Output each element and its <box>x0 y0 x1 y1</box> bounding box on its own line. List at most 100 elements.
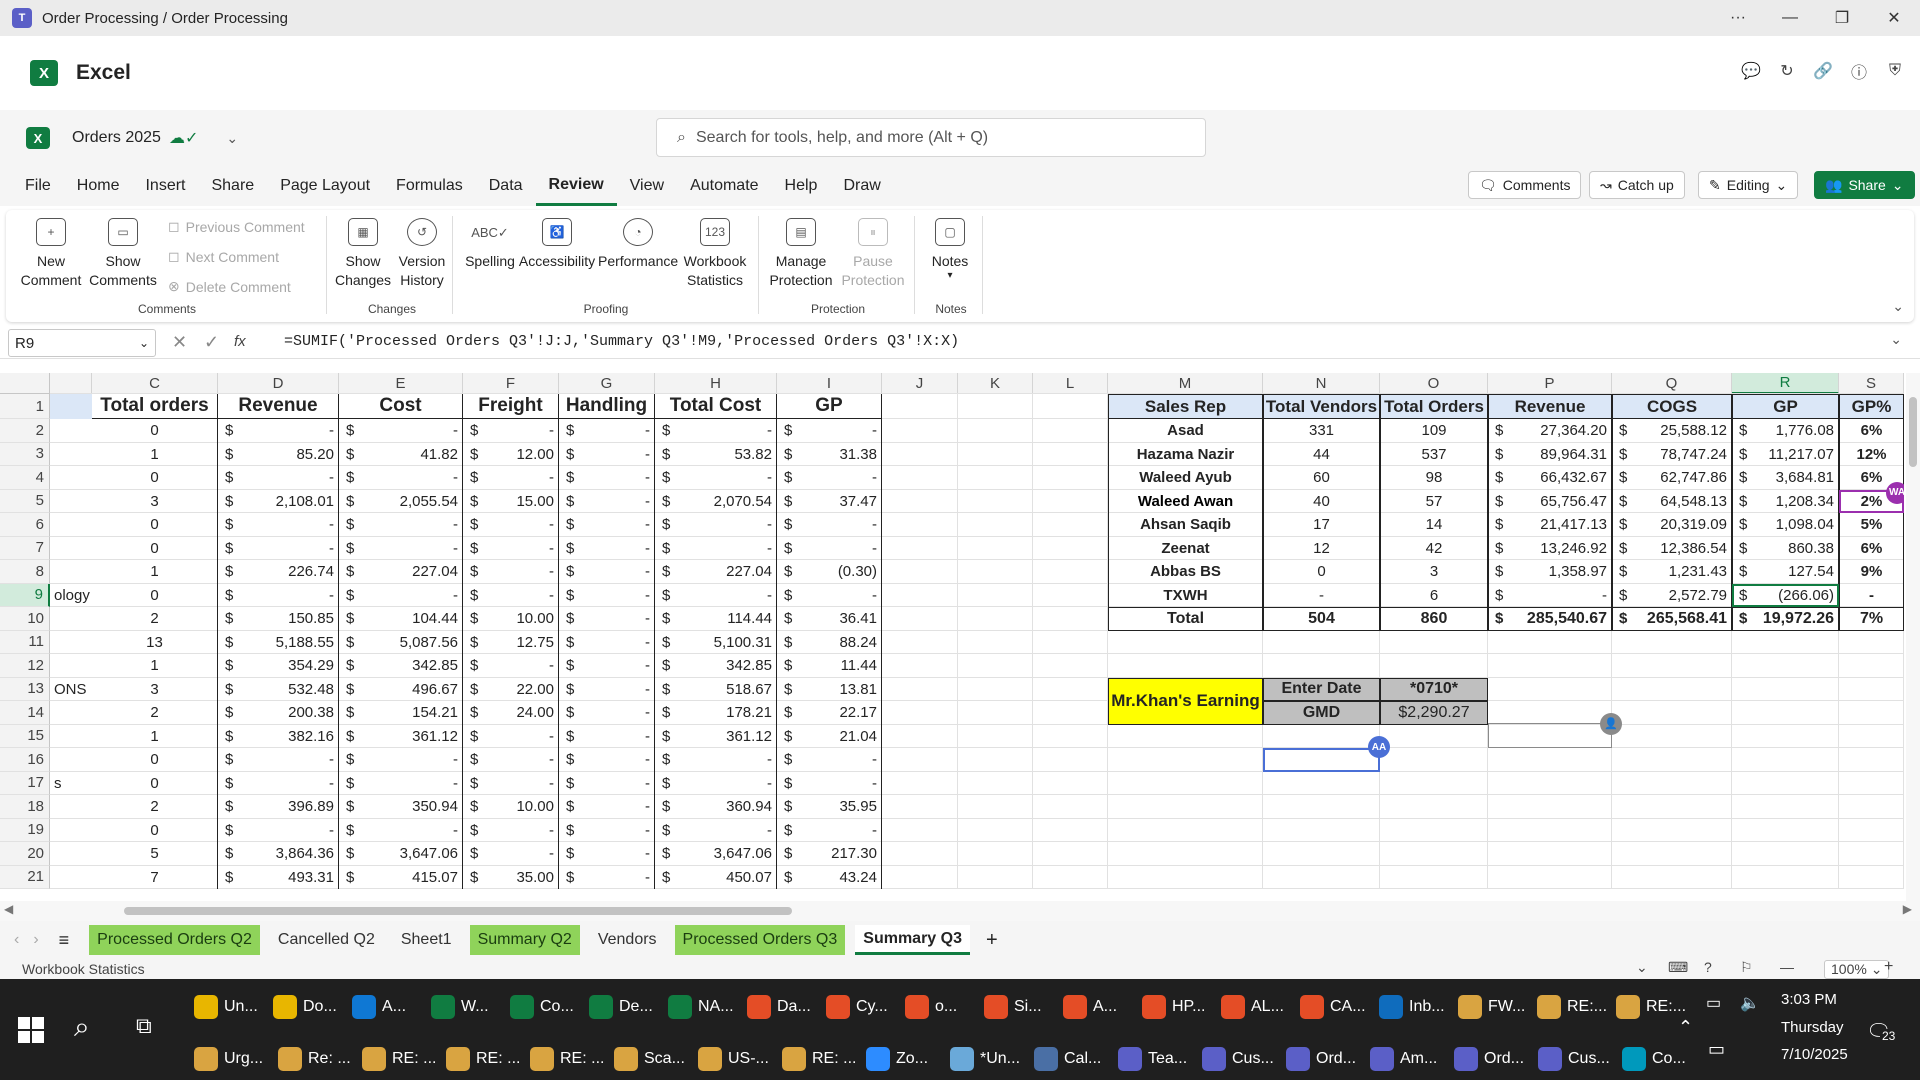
more-options-icon[interactable]: ··· <box>1712 0 1764 36</box>
summary-amount-cell[interactable]: 3,684.81 <box>1732 466 1839 490</box>
gp-percent-cell[interactable]: 6% <box>1839 536 1904 560</box>
summary-count-cell[interactable]: 3 <box>1380 560 1488 584</box>
amount-cell[interactable]: - <box>655 419 777 443</box>
column-header[interactable]: D <box>218 373 339 394</box>
search-box[interactable]: ⌕ Search for tools, help, and more (Alt … <box>656 118 1206 157</box>
amount-cell[interactable]: 2,055.54 <box>339 489 463 513</box>
amount-cell[interactable]: - <box>559 701 655 725</box>
vertical-scroll-thumb[interactable] <box>1909 397 1917 467</box>
manage-protection-button[interactable]: ▤ Manage Protection <box>768 218 834 290</box>
amount-cell[interactable]: 5,087.56 <box>339 630 463 654</box>
amount-cell[interactable]: - <box>463 466 559 490</box>
summary-amount-cell[interactable]: 12,386.54 <box>1612 536 1732 560</box>
amount-cell[interactable]: - <box>463 536 559 560</box>
amount-cell[interactable]: - <box>463 771 559 795</box>
amount-cell[interactable]: - <box>777 513 882 537</box>
taskbar-app-button[interactable]: Cus... <box>1538 1037 1610 1081</box>
taskbar-app-button[interactable]: W... <box>431 985 489 1029</box>
taskbar-app-button[interactable]: RE: ... <box>362 1037 436 1081</box>
amount-cell[interactable]: - <box>559 771 655 795</box>
amount-cell[interactable]: 21.04 <box>777 724 882 748</box>
amount-cell[interactable]: - <box>463 419 559 443</box>
catch-up-button[interactable]: ↝ Catch up <box>1589 171 1685 199</box>
spelling-button[interactable]: ABC✓ Spelling <box>464 218 516 271</box>
taskbar-app-button[interactable]: Inb... <box>1379 985 1445 1029</box>
amount-cell[interactable]: - <box>777 818 882 842</box>
share-button[interactable]: 👥 Share ⌄ <box>1814 171 1915 199</box>
taskbar-app-button[interactable]: Tea... <box>1118 1037 1187 1081</box>
column-header[interactable]: J <box>882 373 958 394</box>
sheet-tab[interactable]: Sheet1 <box>393 925 460 955</box>
order-count-cell[interactable]: 0 <box>92 748 218 772</box>
amount-cell[interactable]: 3,647.06 <box>339 842 463 866</box>
amount-cell[interactable]: - <box>218 513 339 537</box>
amount-cell[interactable]: 361.12 <box>655 724 777 748</box>
summary-count-cell[interactable]: 537 <box>1380 442 1488 466</box>
check-icon[interactable]: ✓ <box>204 332 219 353</box>
amount-cell[interactable]: - <box>559 489 655 513</box>
amount-cell[interactable]: - <box>218 771 339 795</box>
amount-cell[interactable]: 35.00 <box>463 865 559 889</box>
vendor-name-fragment[interactable]: ology <box>50 584 92 607</box>
order-count-cell[interactable]: 5 <box>92 842 218 866</box>
summary-amount-cell[interactable]: 860.38 <box>1732 536 1839 560</box>
gmd-value[interactable]: $2,290.27 <box>1380 701 1488 725</box>
selected-cell-outline[interactable] <box>1732 583 1839 607</box>
amount-cell[interactable]: - <box>777 536 882 560</box>
summary-count-cell[interactable]: 109 <box>1380 419 1488 443</box>
previous-comment-button[interactable]: ◻ Previous Comment <box>168 218 305 235</box>
amount-cell[interactable]: 217.30 <box>777 842 882 866</box>
amount-cell[interactable]: 450.07 <box>655 865 777 889</box>
tab-view[interactable]: View <box>617 166 677 206</box>
row-header[interactable]: 6 <box>0 513 50 537</box>
column-header[interactable]: N <box>1263 373 1380 394</box>
refresh-icon[interactable]: ↻ <box>1776 60 1798 82</box>
summary-amount-cell[interactable]: 89,964.31 <box>1488 442 1612 466</box>
summary-count-cell[interactable]: - <box>1263 583 1380 607</box>
amount-cell[interactable]: 518.67 <box>655 677 777 701</box>
order-count-cell[interactable]: 2 <box>92 795 218 819</box>
order-count-cell[interactable]: 13 <box>92 630 218 654</box>
table-header-cell[interactable]: Cost <box>339 394 463 419</box>
vendor-name-fragment[interactable]: s <box>50 772 92 795</box>
volume-icon[interactable]: 🔈 <box>1740 993 1760 1013</box>
tab-formulas[interactable]: Formulas <box>383 166 476 206</box>
amount-cell[interactable]: 361.12 <box>339 724 463 748</box>
order-count-cell[interactable]: 0 <box>92 466 218 490</box>
taskbar-app-button[interactable]: Ord... <box>1286 1037 1356 1081</box>
tab-automate[interactable]: Automate <box>677 166 771 206</box>
taskbar-app-button[interactable]: CA... <box>1300 985 1366 1029</box>
order-count-cell[interactable]: 0 <box>92 419 218 443</box>
taskbar-app-button[interactable]: Do... <box>273 985 337 1029</box>
tab-share[interactable]: Share <box>198 166 267 206</box>
enter-date-value[interactable]: *0710* <box>1380 677 1488 701</box>
amount-cell[interactable]: - <box>559 513 655 537</box>
amount-cell[interactable]: 5,188.55 <box>218 630 339 654</box>
amount-cell[interactable]: - <box>559 748 655 772</box>
amount-cell[interactable]: - <box>777 419 882 443</box>
column-header[interactable]: Q <box>1612 373 1732 394</box>
row-header[interactable]: 9 <box>0 583 50 607</box>
amount-cell[interactable]: - <box>559 795 655 819</box>
summary-header-cell[interactable]: GP% <box>1839 394 1904 419</box>
row-header[interactable]: 14 <box>0 701 50 725</box>
column-header[interactable]: O <box>1380 373 1488 394</box>
table-header-cell[interactable]: GP <box>777 394 882 419</box>
summary-count-cell[interactable]: 17 <box>1263 513 1380 537</box>
amount-cell[interactable]: - <box>777 771 882 795</box>
row-header[interactable]: 5 <box>0 489 50 513</box>
collapse-ribbon-icon[interactable]: ⌄ <box>1892 298 1904 315</box>
amount-cell[interactable]: - <box>559 654 655 678</box>
taskbar-app-button[interactable]: Co... <box>510 985 574 1029</box>
vendor-name-fragment[interactable]: ONS <box>50 678 92 701</box>
order-count-cell[interactable]: 2 <box>92 607 218 631</box>
amount-cell[interactable]: - <box>777 748 882 772</box>
summary-count-cell[interactable]: 57 <box>1380 489 1488 513</box>
amount-cell[interactable]: - <box>463 724 559 748</box>
clock-date[interactable]: 7/10/2025 <box>1781 1046 1848 1063</box>
sheet-tab[interactable]: Summary Q3 <box>855 925 970 955</box>
amount-cell[interactable]: 493.31 <box>218 865 339 889</box>
amount-cell[interactable]: 43.24 <box>777 865 882 889</box>
summary-header-cell[interactable]: GP <box>1732 394 1839 419</box>
row-header[interactable]: 10 <box>0 607 50 631</box>
